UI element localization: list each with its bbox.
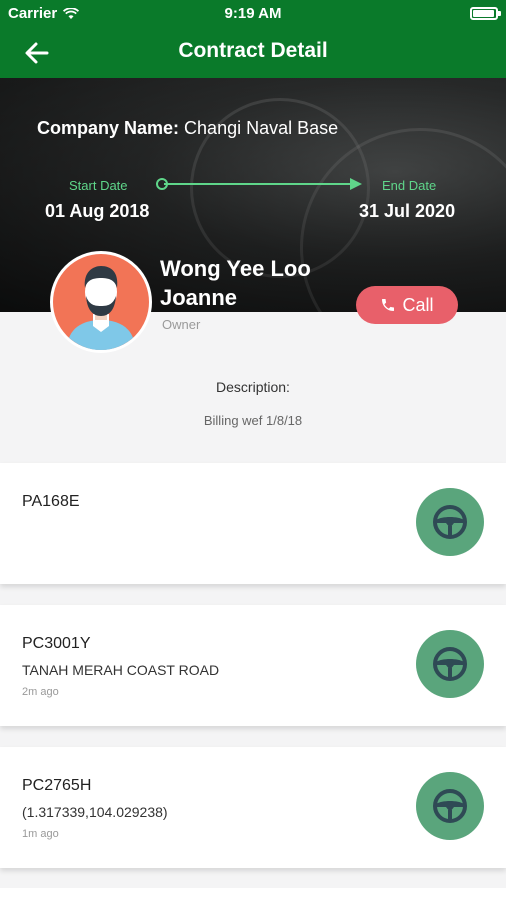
description-value: Billing wef 1/8/18 <box>203 413 303 428</box>
last-updated: 2m ago <box>22 686 59 698</box>
end-date: 31 Jul 2020 <box>359 201 456 221</box>
description-label: Description: <box>216 379 290 395</box>
steering-wheel-icon <box>433 647 467 681</box>
timeline-line <box>164 183 352 185</box>
phone-icon <box>382 299 395 311</box>
battery-level <box>473 10 494 17</box>
end-date-label: End Date <box>382 178 437 193</box>
vehicle-location: (1.317339,104.029238) <box>22 804 168 820</box>
steering-wheel-icon <box>433 789 467 823</box>
start-date-label: Start Date <box>69 178 128 193</box>
vehicle-card[interactable]: PC2765H (1.317339,104.029238) 1m ago <box>0 747 506 868</box>
steering-wheel-icon <box>433 505 467 539</box>
battery-icon <box>470 7 501 20</box>
last-updated: 1m ago <box>22 828 59 840</box>
call-label: Call <box>402 294 434 315</box>
vehicle-plate: PC3001Y <box>22 635 91 652</box>
contact-role: Owner <box>162 317 201 332</box>
drive-button[interactable] <box>416 630 484 698</box>
vehicle-location: TANAH MERAH COAST ROAD <box>22 662 220 678</box>
contact-name: Wong Yee Loo Joanne <box>160 256 311 310</box>
navigation-bar: Contract Detail <box>0 28 506 78</box>
call-button[interactable]: Call <box>356 286 458 324</box>
company-info: Company Name: Changi Naval Base <box>37 118 338 139</box>
vehicle-plate: PC2765H <box>22 777 92 794</box>
user-avatar-icon <box>67 266 135 350</box>
drive-button[interactable] <box>416 488 484 556</box>
date-timeline <box>156 177 362 191</box>
timeline-end-arrow <box>350 178 362 190</box>
vehicle-card[interactable]: PA168E <box>0 463 506 584</box>
company-name: Changi Naval Base <box>184 118 339 138</box>
avatar <box>50 251 152 353</box>
timeline-start-dot <box>156 178 168 190</box>
status-time: 9:19 AM <box>224 5 282 22</box>
page-title: Contract Detail <box>178 39 328 62</box>
vehicle-card[interactable]: PC3001Y TANAH MERAH COAST ROAD 2m ago <box>0 605 506 726</box>
start-date: 01 Aug 2018 <box>45 201 150 221</box>
vehicle-plate: PA168E <box>22 493 80 510</box>
status-bar: Carrier 9:19 AM <box>0 0 506 28</box>
next-card-edge <box>0 888 506 900</box>
company-label: Company Name: <box>37 118 180 138</box>
drive-button[interactable] <box>416 772 484 840</box>
